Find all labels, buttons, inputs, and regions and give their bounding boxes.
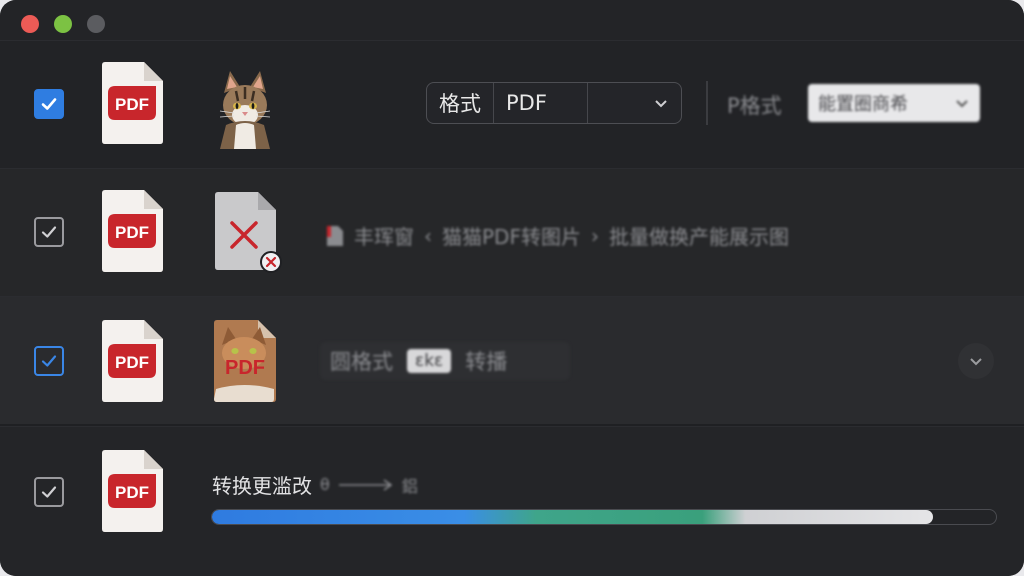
format-value: PDF [494, 83, 588, 123]
arrow-right-icon [338, 478, 393, 491]
format-selector[interactable]: 圆格式 εkε 转播 [320, 342, 570, 380]
checkmark-icon [41, 486, 57, 498]
pdf-file-icon: PDF [100, 449, 164, 533]
breadcrumb-item[interactable]: 猫猫PDF转图片 [442, 221, 581, 250]
pdf-file-icon: PDF [100, 319, 164, 403]
file-row-2: PDF 丰珲窗 ‹ 猫猫PDF转图片 › 批量做换产能展示图 [0, 168, 1024, 296]
pdf-file-icon: PDF [100, 61, 164, 145]
format-dropdown-toggle[interactable] [588, 83, 681, 123]
option-value: 能置圈商希 [818, 94, 908, 115]
checkmark-icon [41, 355, 57, 367]
breadcrumb-separator-icon: › [590, 223, 599, 248]
breadcrumb-item[interactable]: 批量做换产能展示图 [609, 221, 789, 250]
zoom-window-button[interactable] [87, 15, 105, 33]
option-label: P格式 [727, 94, 782, 118]
chevron-down-icon [956, 100, 968, 108]
pdf-icon-label: PDF [115, 353, 149, 372]
option-dropdown[interactable]: 能置圈商希 [808, 84, 980, 122]
format-label: 格式 [427, 83, 494, 123]
row-checkbox[interactable] [34, 217, 64, 247]
status-from: θ [320, 475, 330, 494]
mode-label: 转播 [465, 350, 508, 374]
cat-pdf-thumbnail[interactable]: PDF [212, 319, 278, 403]
minimize-window-button[interactable] [54, 15, 72, 33]
chevron-down-icon [970, 358, 982, 366]
progress-fill [212, 510, 934, 524]
close-window-button[interactable] [21, 15, 39, 33]
breadcrumb-separator-icon: ‹ [424, 223, 432, 248]
pdf-file-icon: PDF [100, 189, 164, 273]
broken-file-icon [215, 192, 282, 273]
broken-file-thumbnail[interactable] [212, 191, 282, 275]
file-row-4: PDF 转换更滥改 θ 鋁 [0, 426, 1024, 576]
file-row-1: PDF 格式 PDF P格式 能置圈商希 [0, 40, 1024, 168]
chevron-down-icon [655, 100, 667, 108]
checkmark-icon [41, 98, 57, 110]
file-row-3: PDF PDF 圆格式 εkε 转播 [0, 296, 1024, 424]
format-selector[interactable]: 格式 PDF [426, 82, 682, 124]
pdf-icon-label: PDF [115, 223, 149, 242]
document-icon [327, 225, 343, 246]
divider [706, 81, 708, 125]
thumb-pdf-label: PDF [225, 357, 265, 379]
breadcrumb-item[interactable]: 丰珲窗 [354, 221, 414, 250]
conversion-status: 转换更滥改 θ 鋁 [212, 470, 418, 499]
checkmark-icon [41, 226, 57, 238]
cat-icon [219, 71, 271, 149]
pdf-icon-label: PDF [115, 483, 149, 502]
path-breadcrumb: 丰珲窗 ‹ 猫猫PDF转图片 › 批量做换产能展示图 [326, 221, 789, 250]
format-label: 圆格式 [330, 350, 393, 374]
status-text: 转换更滥改 [212, 474, 312, 498]
pdf-icon-label: PDF [115, 95, 149, 114]
row-checkbox[interactable] [34, 477, 64, 507]
format-value: εkε [407, 349, 452, 373]
row-checkbox[interactable] [34, 346, 64, 376]
cat-thumbnail[interactable] [212, 65, 278, 149]
progress-bar [211, 509, 997, 525]
expand-button[interactable] [958, 343, 994, 379]
app-window: PDF 格式 PDF P格式 能置圈商希 PDF 丰珲窗 ‹ 猫猫PDF转图片 … [0, 0, 1024, 576]
row-checkbox[interactable] [34, 89, 64, 119]
status-to: 鋁 [401, 476, 418, 496]
